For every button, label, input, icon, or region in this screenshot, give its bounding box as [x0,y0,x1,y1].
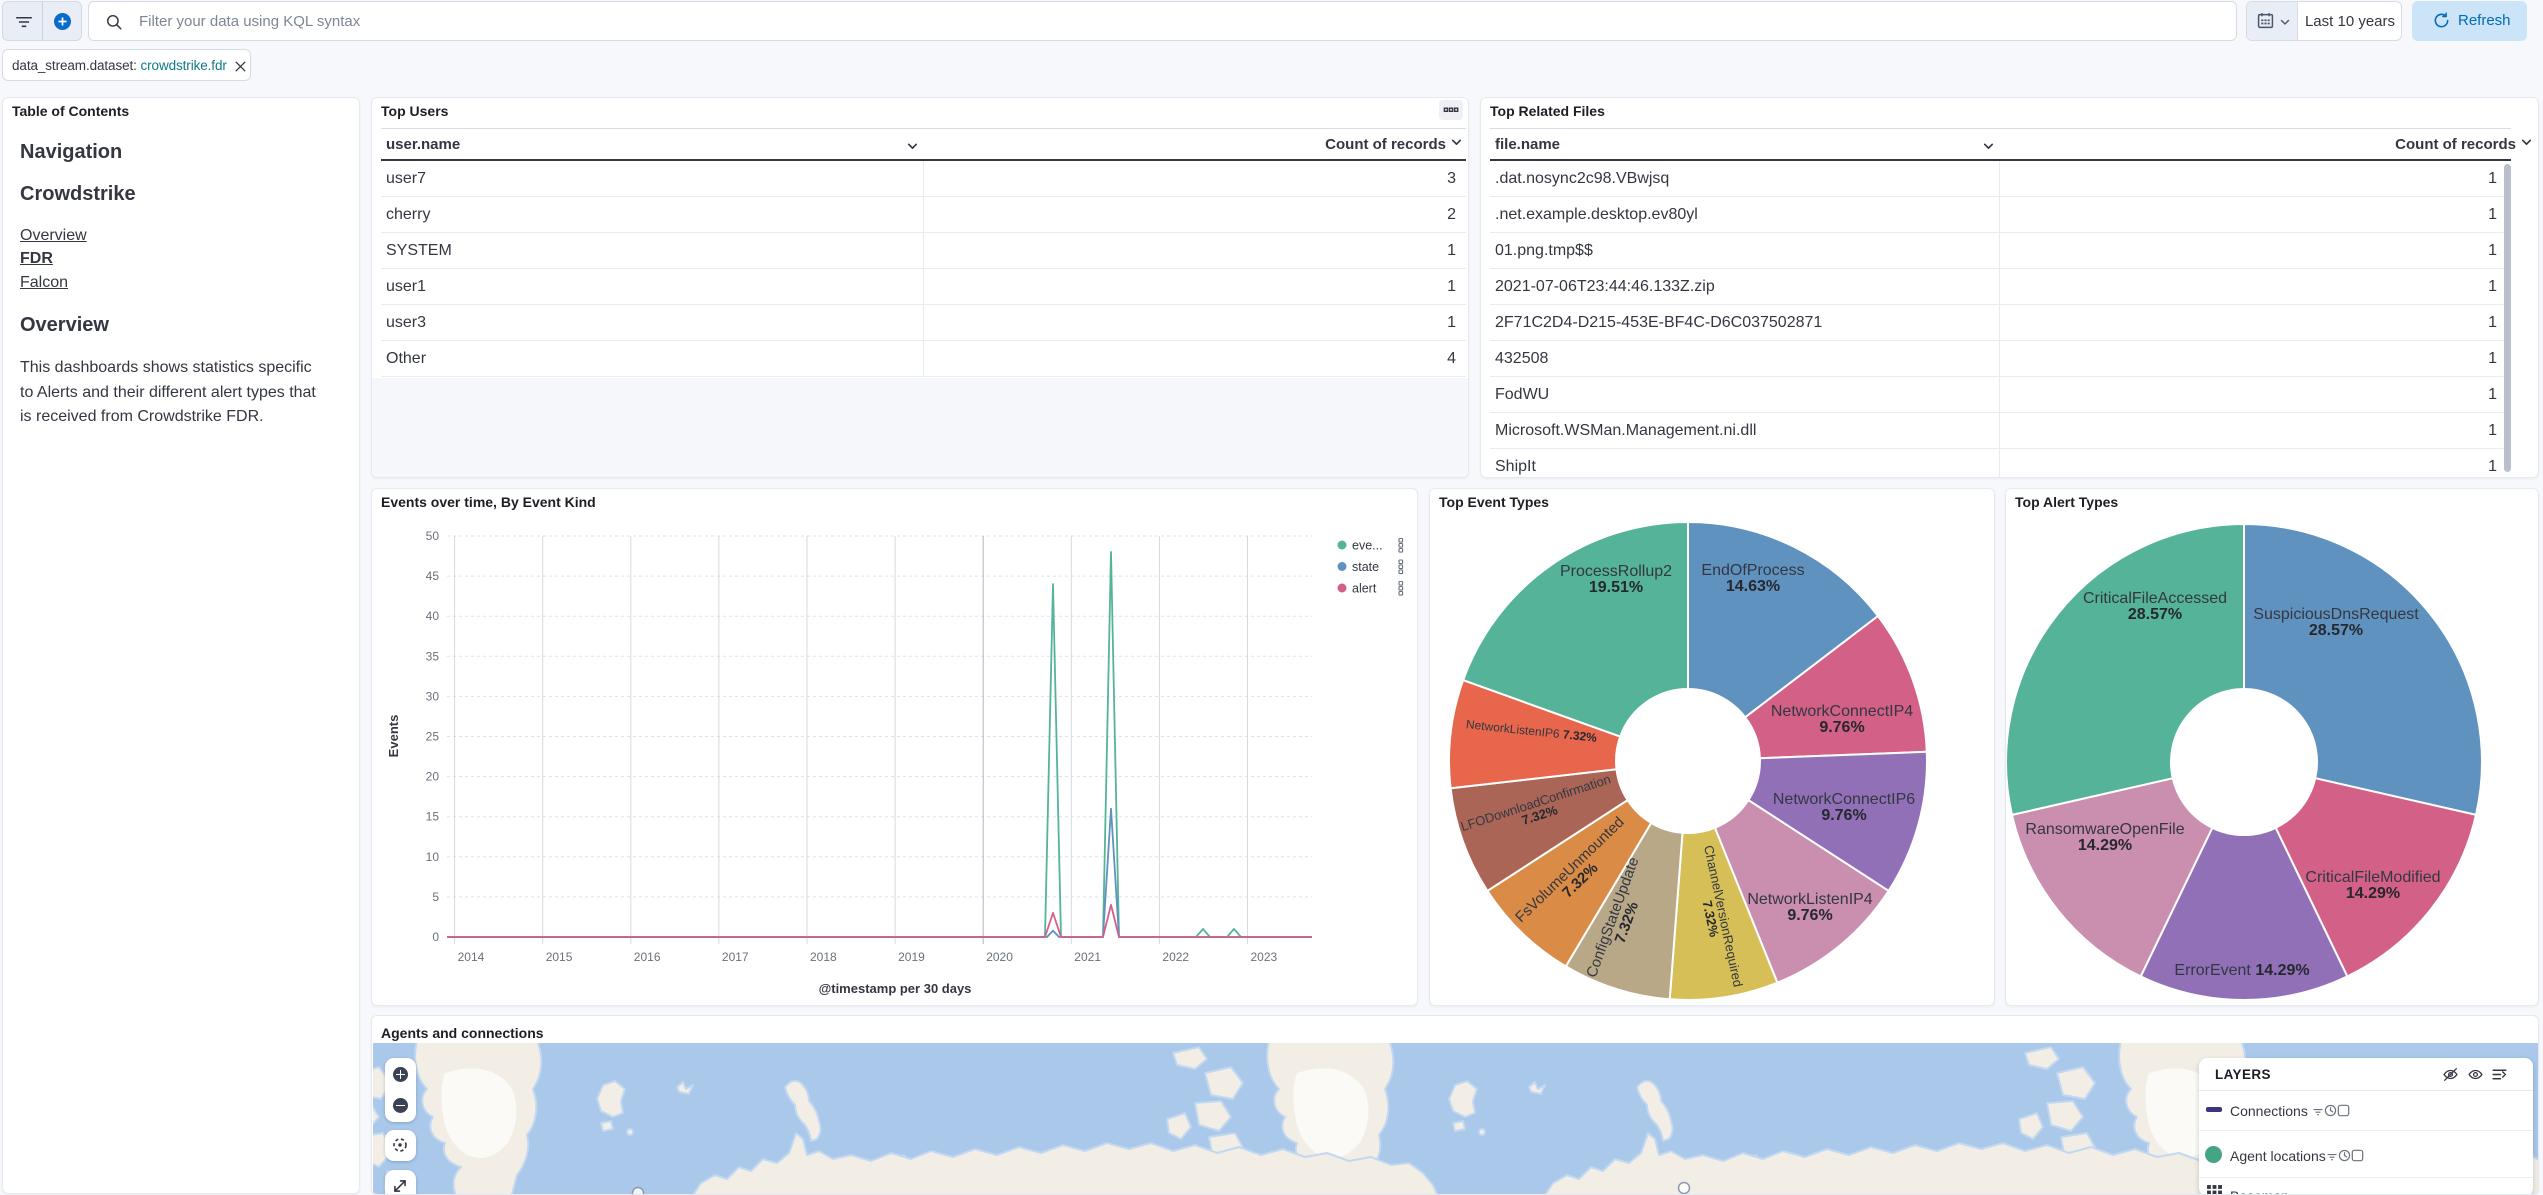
svg-text:40: 40 [426,609,440,623]
svg-text:35: 35 [426,649,440,663]
svg-text:2015: 2015 [546,950,573,964]
svg-text:2018: 2018 [810,950,837,964]
svg-text:ErrorEvent 14.29%: ErrorEvent 14.29% [2174,962,2309,979]
svg-text:5: 5 [432,890,439,904]
svg-text:19.51%: 19.51% [1589,579,1643,596]
svg-text:CriticalFileAccessed: CriticalFileAccessed [2083,590,2227,607]
svg-text:9.76%: 9.76% [1821,807,1866,824]
svg-text:NetworkListenIP4: NetworkListenIP4 [1747,891,1872,908]
svg-text:20: 20 [426,770,440,784]
svg-text:2019: 2019 [898,950,925,964]
svg-text:0: 0 [432,930,439,944]
svg-text:SuspiciousDnsRequest: SuspiciousDnsRequest [2253,606,2419,623]
svg-text:28.57%: 28.57% [2128,606,2182,623]
svg-text:2017: 2017 [722,950,749,964]
svg-text:NetworkConnectIP4: NetworkConnectIP4 [1771,703,1913,720]
svg-text:2014: 2014 [458,950,485,964]
svg-text:CriticalFileModified: CriticalFileModified [2305,869,2440,886]
svg-text:eve...: eve... [1352,539,1383,553]
svg-text:9.76%: 9.76% [1819,719,1864,736]
svg-text:2020: 2020 [986,950,1013,964]
svg-text:45: 45 [426,569,440,583]
svg-text:2023: 2023 [1251,950,1278,964]
svg-text:50: 50 [426,529,440,543]
svg-text:NetworkConnectIP6: NetworkConnectIP6 [1773,791,1915,808]
svg-text:14.29%: 14.29% [2078,837,2132,854]
svg-text:28.57%: 28.57% [2309,622,2363,639]
svg-text:14.29%: 14.29% [2346,885,2400,902]
svg-text:2021: 2021 [1074,950,1101,964]
svg-text:10: 10 [426,850,440,864]
svg-text:Events: Events [386,715,401,758]
svg-text:2016: 2016 [634,950,661,964]
svg-text:RansomwareOpenFile: RansomwareOpenFile [2025,821,2184,838]
svg-text:30: 30 [426,689,440,703]
svg-text:alert: alert [1352,582,1377,596]
svg-text:14.63%: 14.63% [1726,578,1780,595]
svg-text:15: 15 [426,810,440,824]
svg-text:ProcessRollup2: ProcessRollup2 [1560,563,1672,580]
svg-text:2022: 2022 [1162,950,1189,964]
svg-text:state: state [1352,560,1379,574]
svg-text:@timestamp per 30 days: @timestamp per 30 days [819,981,972,996]
svg-text:EndOfProcess: EndOfProcess [1701,562,1804,579]
svg-text:25: 25 [426,730,440,744]
svg-text:9.76%: 9.76% [1787,907,1832,924]
